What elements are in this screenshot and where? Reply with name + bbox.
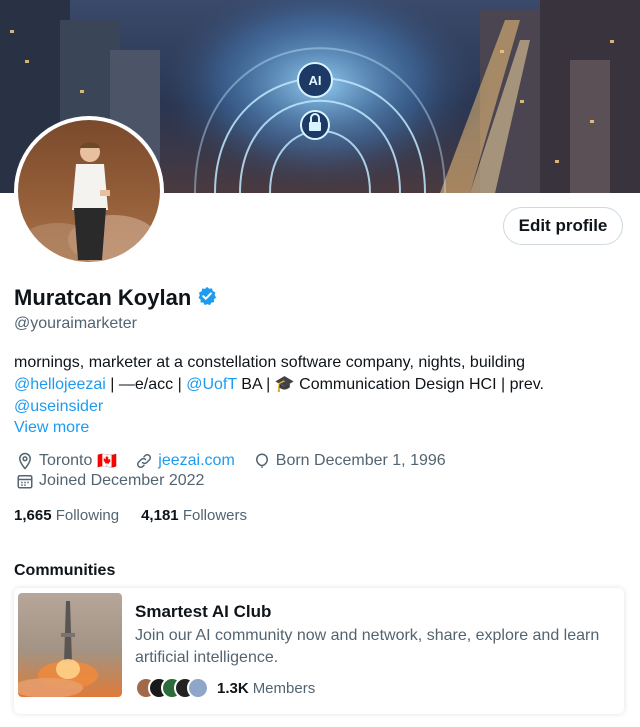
avatar-photo — [18, 120, 160, 262]
followers-link[interactable]: 4,181 Followers — [141, 507, 247, 524]
graduation-cap-icon: 🎓 — [274, 376, 295, 393]
profile-meta-row: Toronto 🇨🇦 jeezai.com Born December 1, 1… — [16, 451, 464, 471]
bio-mention-hellojeezai[interactable]: @hellojeezai — [14, 376, 106, 393]
member-avatar — [187, 677, 209, 699]
profile-name: Muratcan Koylan — [14, 285, 192, 310]
joined-text: Joined December 2022 — [39, 472, 205, 489]
following-link[interactable]: 1,665 Following — [14, 507, 119, 524]
balloon-icon — [255, 453, 268, 468]
profile-bio: mornings, marketer at a constellation so… — [14, 352, 614, 418]
link-icon — [137, 453, 152, 469]
profile-name-row: Muratcan Koylan — [14, 285, 217, 311]
following-label: Following — [55, 507, 120, 524]
bio-mention-uoft[interactable]: @UofT — [186, 376, 237, 393]
community-members: 1.3K Members — [135, 677, 315, 699]
birthday-item: Born December 1, 1996 — [253, 452, 446, 470]
followers-label: Followers — [182, 507, 247, 524]
born-text: Born December 1, 1996 — [275, 452, 446, 469]
following-count: 1,665 — [14, 507, 52, 524]
members-label: Members — [252, 679, 316, 697]
community-name[interactable]: Smartest AI Club — [135, 602, 271, 622]
website-item[interactable]: jeezai.com — [135, 452, 235, 470]
communities-title: Communities — [14, 562, 116, 579]
calendar-icon — [17, 475, 33, 489]
community-image — [18, 593, 122, 697]
view-more-link[interactable]: View more — [14, 419, 89, 437]
community-description: Join our AI community now and network, s… — [135, 627, 600, 666]
profile-handle: @youraimarketer — [14, 315, 137, 332]
avatar[interactable] — [14, 116, 164, 266]
follow-stats: 1,665 Following 4,181 Followers — [14, 507, 247, 524]
location-text: Toronto — [39, 452, 93, 469]
joined-item: Joined December 2022 — [16, 472, 204, 490]
location-item: Toronto 🇨🇦 — [16, 451, 117, 471]
bio-text: mornings, marketer at a constellation so… — [14, 354, 526, 371]
banner-ai-text: AI — [309, 73, 322, 88]
edit-profile-button[interactable]: Edit profile — [503, 207, 623, 245]
members-count: 1.3K — [217, 679, 249, 697]
verified-badge-icon[interactable] — [197, 286, 217, 311]
bio-text: Communication Design HCI | prev. — [294, 376, 544, 393]
community-card[interactable]: Smartest AI Club Join our AI community n… — [14, 588, 624, 714]
profile-meta-row-2: Joined December 2022 — [16, 472, 222, 490]
followers-count: 4,181 — [141, 507, 179, 524]
website-link[interactable]: jeezai.com — [158, 452, 234, 470]
bio-mention-useinsider[interactable]: @useinsider — [14, 398, 103, 415]
bio-text: | —e/acc | — [105, 376, 187, 393]
bio-text: BA | — [236, 376, 275, 393]
canada-flag-icon: 🇨🇦 — [97, 453, 118, 470]
location-pin-icon — [18, 452, 32, 470]
